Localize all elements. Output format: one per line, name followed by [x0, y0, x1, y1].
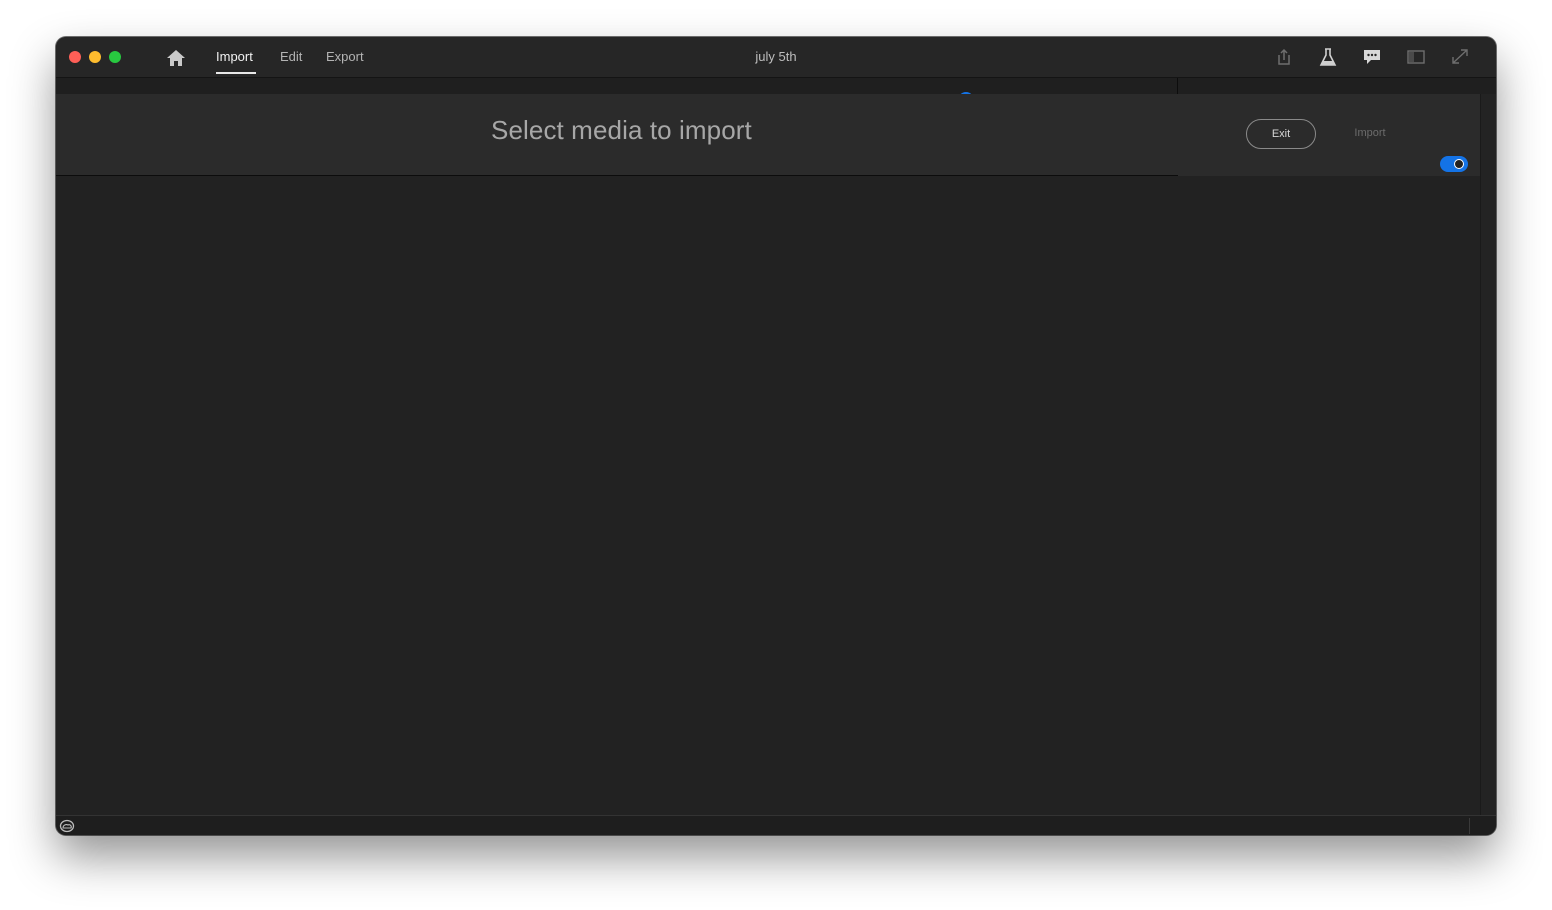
title-bar: Import Edit Export july 5th	[56, 37, 1496, 78]
import-header-title: Select media to import	[491, 115, 752, 145]
share-button[interactable]	[1273, 47, 1295, 67]
import-header-right	[1178, 94, 1480, 176]
fullscreen-button[interactable]	[1449, 47, 1471, 67]
panel-toggle-icon	[1407, 50, 1425, 64]
status-bar	[56, 815, 1496, 835]
media-browser-area	[56, 176, 1480, 815]
panel-divider	[1177, 78, 1178, 94]
app-window: Import Edit Export july 5th Select media…	[56, 37, 1496, 835]
creative-cloud-button[interactable]	[59, 819, 75, 833]
import-toggle[interactable]	[1440, 156, 1468, 172]
toggle-knob	[1454, 159, 1464, 169]
active-tab-indicator	[216, 72, 256, 74]
flask-icon	[1319, 48, 1337, 66]
feedback-button[interactable]	[1361, 47, 1383, 67]
background-toolbar-strip	[56, 78, 1496, 94]
share-icon	[1278, 48, 1290, 65]
panel-toggle-button[interactable]	[1405, 47, 1427, 67]
feedback-icon	[1364, 50, 1380, 64]
exit-button[interactable]: Exit	[1246, 119, 1316, 149]
creative-cloud-icon	[59, 819, 75, 833]
fullscreen-icon	[1452, 49, 1468, 64]
status-divider	[1469, 818, 1470, 834]
right-panel-edge	[1480, 94, 1496, 835]
labs-button[interactable]	[1317, 47, 1339, 67]
import-button[interactable]: Import	[1336, 127, 1404, 139]
